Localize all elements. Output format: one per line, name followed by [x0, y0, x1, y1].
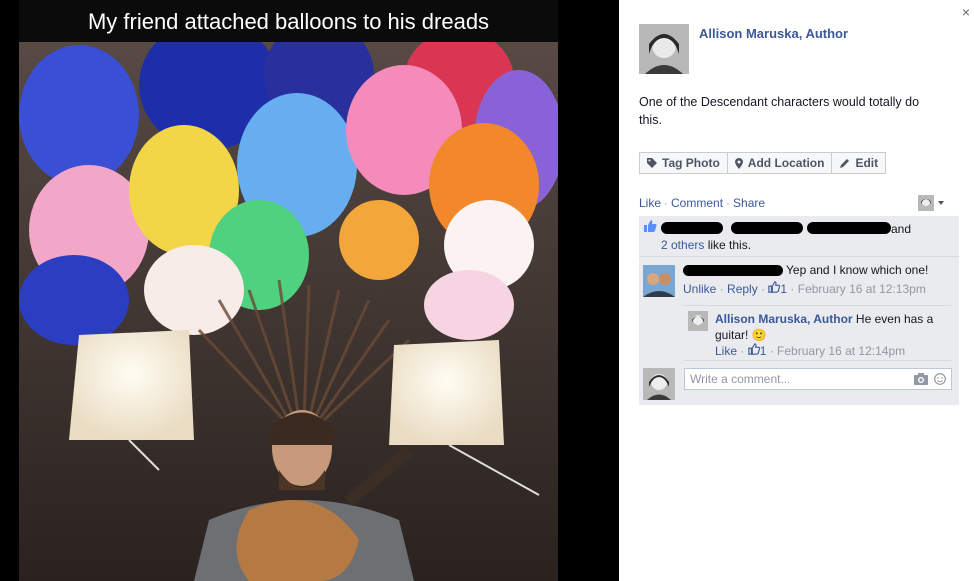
redacted-name — [683, 265, 783, 276]
like-thumb-icon — [747, 343, 760, 355]
current-user-avatar — [643, 368, 675, 400]
comment: Yep and I know which one! Unlike · Reply… — [639, 257, 959, 305]
others-link[interactable]: 2 others — [661, 238, 704, 252]
add-location-button[interactable]: Add Location — [726, 152, 833, 174]
tag-icon — [647, 158, 657, 168]
actor-avatar — [918, 195, 934, 211]
add-location-label: Add Location — [747, 156, 825, 170]
reply-author-avatar[interactable] — [688, 311, 708, 331]
like-thumb-icon — [768, 281, 781, 293]
reply-link[interactable]: Reply — [727, 282, 758, 296]
reply-author[interactable]: Allison Maruska, Author — [715, 312, 853, 326]
commenter-avatar[interactable] — [643, 265, 675, 297]
comments-section: and 2 others like this. Yep and I know w… — [639, 216, 959, 405]
share-link[interactable]: Share — [733, 196, 765, 210]
likes-summary: and 2 others like this. — [639, 216, 959, 257]
tag-photo-label: Tag Photo — [662, 156, 720, 170]
redacted-name — [731, 222, 803, 234]
photo-image — [19, 0, 558, 581]
like-this-text: like this. — [707, 238, 752, 252]
reply-text-1: He even has a — [855, 312, 934, 326]
tag-photo-button[interactable]: Tag Photo — [639, 152, 728, 174]
reply-like-link[interactable]: Like — [715, 344, 737, 358]
likes-others: 2 others like this. — [661, 238, 751, 252]
pencil-icon — [840, 158, 850, 168]
chevron-down-icon — [938, 201, 944, 205]
redacted-name — [661, 222, 723, 234]
smiley-emoji: 🙂 — [751, 328, 767, 342]
reply-timestamp[interactable]: February 16 at 12:14pm — [777, 344, 905, 358]
comment-input[interactable]: Write a comment... — [684, 368, 952, 390]
photo-caption: My friend attached balloons to his dread… — [19, 0, 558, 42]
comment-placeholder: Write a comment... — [690, 372, 791, 386]
photo-info-panel: × Allison Maruska, Author One of the Des… — [619, 0, 974, 581]
reply-comment: Allison Maruska, Author He even has a gu… — [683, 305, 951, 361]
separator: · — [664, 196, 669, 210]
comment-link[interactable]: Comment — [671, 196, 723, 210]
comment-text: Yep and I know which one! — [786, 263, 929, 277]
author-avatar[interactable] — [639, 24, 689, 74]
photo-viewer: My friend attached balloons to his dread… — [0, 0, 619, 581]
emoji-icon[interactable] — [934, 373, 946, 385]
separator: · — [726, 196, 731, 210]
actor-selector[interactable] — [918, 195, 948, 211]
reply-text-2: guitar! — [715, 328, 749, 342]
likes-and-text: and — [891, 222, 912, 236]
post-text: One of the Descendant characters would t… — [639, 95, 920, 127]
redacted-name — [807, 222, 891, 234]
reply-actions: Like · 1 · February 16 at 12:14pm — [715, 343, 906, 358]
ufi-actions: Like · Comment · Share — [639, 196, 765, 210]
photo-action-bar: Tag Photo Add Location Edit — [639, 152, 887, 174]
photo[interactable]: My friend attached balloons to his dread… — [19, 0, 558, 581]
write-comment-row: Write a comment... — [639, 361, 959, 405]
reply-body: Allison Maruska, Author He even has a gu… — [715, 311, 947, 343]
comment-input-icons — [914, 373, 946, 385]
edit-label: Edit — [855, 156, 879, 170]
edit-button[interactable]: Edit — [831, 152, 887, 174]
like-link[interactable]: Like — [639, 196, 661, 210]
camera-icon[interactable] — [914, 373, 928, 385]
author-name[interactable]: Allison Maruska, Author — [699, 26, 848, 41]
location-pin-icon — [734, 157, 743, 169]
unlike-link[interactable]: Unlike — [683, 282, 716, 296]
comment-actions: Unlike · Reply · 1 · February 16 at 12:1… — [683, 281, 926, 296]
close-icon[interactable]: × — [962, 4, 970, 20]
like-thumb-icon — [644, 220, 657, 232]
comment-timestamp[interactable]: February 16 at 12:13pm — [798, 282, 926, 296]
balloons — [19, 20, 558, 345]
